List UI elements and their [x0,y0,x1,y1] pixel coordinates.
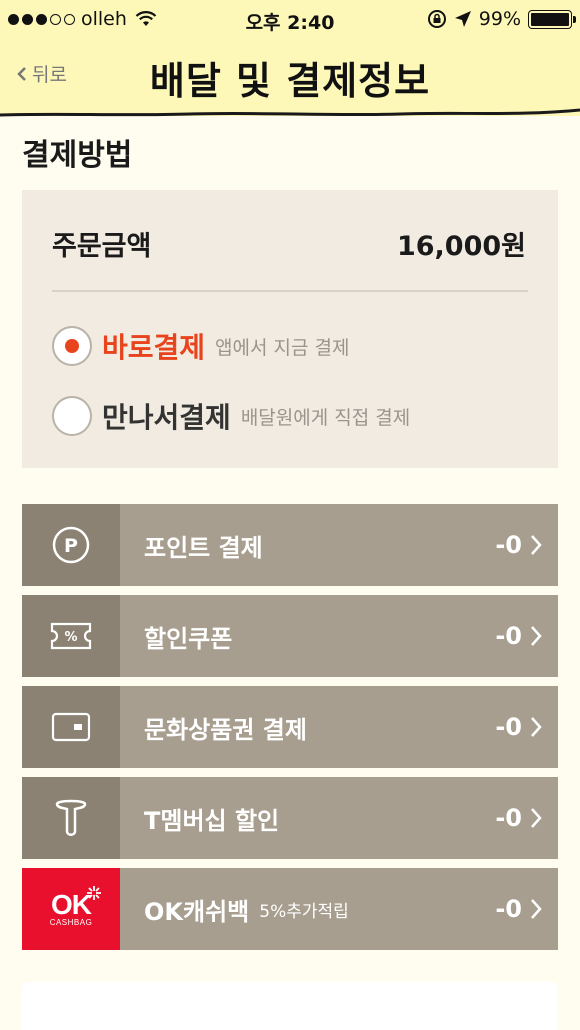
gift-card-icon [22,686,120,768]
t-membership-row[interactable]: T멤버십 할인 -0 [22,777,558,859]
option-value: -0 [495,868,542,950]
chevron-right-icon [531,717,542,737]
battery-percent: 99% [478,8,521,30]
order-amount-label: 주문금액 [52,231,152,262]
svg-text:%: % [64,630,77,645]
option-amount: -0 [495,531,522,559]
status-right: 99% [427,8,576,30]
svg-text:P: P [64,535,78,557]
chevron-right-icon [531,535,542,555]
header-wavy-edge [0,106,580,117]
option-value: -0 [495,686,542,768]
option-label: 포인트 결제 [144,533,263,562]
payment-option-desc: 배달원에게 직접 결제 [240,406,411,429]
option-value: -0 [495,595,542,677]
next-section-card [22,982,558,1030]
payment-option-label: 바로결제 [102,331,206,364]
radio-button[interactable] [52,396,92,436]
discount-coupon-row[interactable]: % 할인쿠폰 -0 [22,595,558,677]
battery-icon [528,9,576,29]
payment-option-pay-on-delivery[interactable]: 만나서결제 배달원에게 직접 결제 [52,396,410,436]
status-bar: olleh 오후 2:40 99% [0,0,580,40]
option-value: -0 [495,504,542,586]
t-membership-icon [22,777,120,859]
option-sublabel: 5%추가적립 [259,901,349,922]
payment-option-desc: 앱에서 지금 결제 [215,336,350,359]
point-payment-row[interactable]: P 포인트 결제 -0 [22,504,558,586]
option-label: 문화상품권 결제 [144,715,307,744]
rotation-lock-icon [427,10,446,28]
chevron-right-icon [531,808,542,828]
option-label: T멤버십 할인 [144,806,280,835]
section-title: 결제방법 [22,138,133,173]
radio-button-selected[interactable] [52,326,92,366]
chevron-right-icon [531,899,542,919]
option-amount: -0 [495,622,522,650]
radio-selected-dot [65,339,79,353]
point-icon: P [22,504,120,586]
payment-method-panel: 주문금액 16,000원 바로결제 앱에서 지금 결제 만나서결제 배달원에게 … [22,190,558,468]
location-arrow-icon [454,11,471,27]
ok-logo-text: OK [51,888,92,920]
option-amount: -0 [495,895,522,923]
order-amount-value: 16,000원 [396,231,526,262]
option-label: OK캐쉬백 [144,897,250,926]
option-label: 할인쿠폰 [144,624,233,653]
payment-option-pay-now[interactable]: 바로결제 앱에서 지금 결제 [52,326,350,366]
page-title: 배달 및 결제정보 [149,59,431,103]
option-amount: -0 [495,713,522,741]
battery-fill [531,12,569,26]
gift-certificate-row[interactable]: 문화상품권 결제 -0 [22,686,558,768]
divider [52,290,528,292]
option-value: -0 [495,777,542,859]
chevron-right-icon [531,626,542,646]
option-amount: -0 [495,804,522,832]
payment-option-label: 만나서결제 [102,401,231,434]
sparkle-icon [87,885,101,900]
ok-cashbag-row[interactable]: OK CASHBAG OK캐쉬백 5%추가적립 -0 [22,868,558,950]
ok-cashbag-icon: OK CASHBAG [22,868,120,950]
coupon-icon: % [22,595,120,677]
navigation-bar: 뒤로 배달 및 결제정보 [0,40,580,116]
